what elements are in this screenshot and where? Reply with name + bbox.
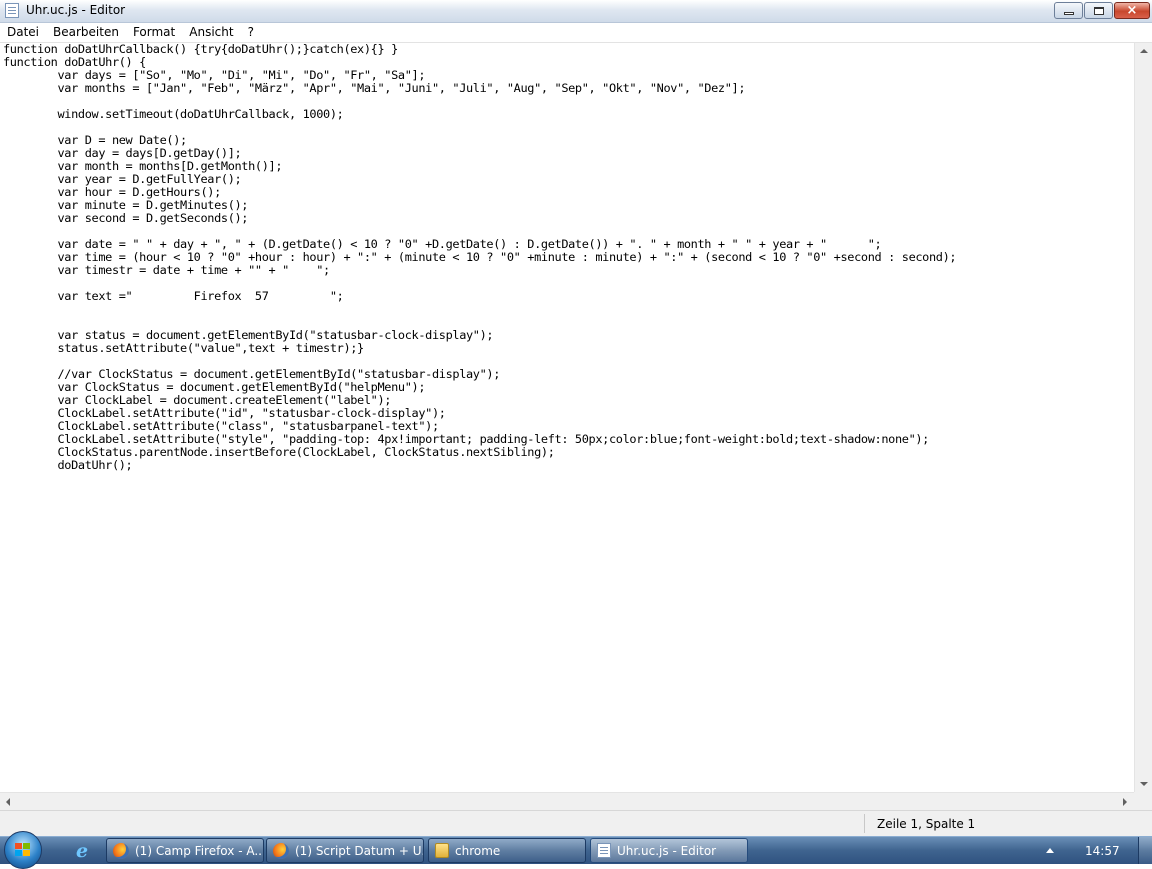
status-divider — [864, 814, 865, 833]
close-button[interactable]: × — [1114, 2, 1150, 19]
menu-format[interactable]: Format — [126, 23, 182, 42]
code-line: var text =" Firefox 57 "; — [3, 289, 344, 303]
vertical-scrollbar[interactable] — [1134, 43, 1152, 792]
title-bar[interactable]: Uhr.uc.js - Editor × — [0, 0, 1152, 23]
horizontal-scrollbar[interactable] — [0, 792, 1134, 810]
taskbar-button-label: chrome — [455, 843, 501, 858]
cursor-position: Zeile 1, Spalte 1 — [877, 817, 976, 831]
menu-bar: Datei Bearbeiten Format Ansicht ? — [0, 23, 1152, 43]
windows-logo-icon — [15, 843, 31, 857]
taskbar-clock[interactable]: 14:57 — [1085, 844, 1120, 858]
start-button[interactable] — [4, 831, 42, 869]
taskbar-button-script-datum[interactable]: (1) Script Datum + U... — [266, 838, 424, 863]
show-hidden-icons-icon[interactable] — [1046, 848, 1054, 853]
menu-bearbeiten[interactable]: Bearbeiten — [46, 23, 126, 42]
taskbar-button-editor[interactable]: Uhr.uc.js - Editor — [590, 838, 748, 863]
maximize-button[interactable] — [1084, 2, 1113, 19]
internet-explorer-icon[interactable]: e — [68, 840, 96, 862]
minimize-button[interactable] — [1054, 2, 1083, 19]
taskbar-button-chrome-folder[interactable]: chrome — [428, 838, 586, 863]
window-title: Uhr.uc.js - Editor — [26, 3, 126, 17]
show-desktop-button[interactable] — [1138, 837, 1152, 864]
scroll-down-icon[interactable] — [1140, 782, 1148, 786]
code-text: function doDatUhrCallback() {try{doDatUh… — [0, 43, 1134, 472]
code-line: var months = ["Jan", "Feb", "März", "Apr… — [3, 81, 746, 95]
folder-icon — [435, 843, 449, 858]
taskbar-button-label: Uhr.uc.js - Editor — [617, 843, 717, 858]
code-line: status.setAttribute("value",text + times… — [3, 341, 364, 355]
text-editor-area[interactable]: function doDatUhrCallback() {try{doDatUh… — [0, 43, 1134, 792]
minimize-icon — [1063, 12, 1074, 15]
restore-icon — [1093, 6, 1104, 15]
code-line: window.setTimeout(doDatUhrCallback, 1000… — [3, 107, 344, 121]
code-line: function doDatUhrCallback() {try{doDatUh… — [3, 43, 398, 56]
firefox-icon — [113, 842, 129, 859]
menu-help[interactable]: ? — [241, 23, 261, 42]
code-line: doDatUhr(); — [3, 458, 133, 472]
scroll-left-icon[interactable] — [6, 798, 10, 806]
status-bar: Zeile 1, Spalte 1 — [0, 810, 1152, 836]
code-line: ClockStatus.parentNode.insertBefore(Cloc… — [3, 445, 555, 459]
code-line: var timestr = date + time + "" + " "; — [3, 263, 330, 277]
close-icon: × — [1126, 3, 1138, 18]
scroll-right-icon[interactable] — [1123, 798, 1127, 806]
code-line: var second = D.getSeconds(); — [3, 211, 249, 225]
taskbar: e (1) Camp Firefox - A... (1) Script Dat… — [0, 831, 1152, 869]
menu-datei[interactable]: Datei — [0, 23, 46, 42]
menu-ansicht[interactable]: Ansicht — [182, 23, 240, 42]
taskbar-button-camp-firefox[interactable]: (1) Camp Firefox - A... — [106, 838, 264, 863]
taskbar-button-label: (1) Camp Firefox - A... — [135, 843, 264, 858]
notepad-icon — [597, 843, 611, 858]
taskbar-button-label: (1) Script Datum + U... — [295, 843, 424, 858]
scrollbar-corner — [1134, 792, 1152, 810]
scroll-up-icon[interactable] — [1140, 49, 1148, 53]
firefox-icon — [273, 842, 289, 859]
notepad-icon — [5, 3, 19, 18]
